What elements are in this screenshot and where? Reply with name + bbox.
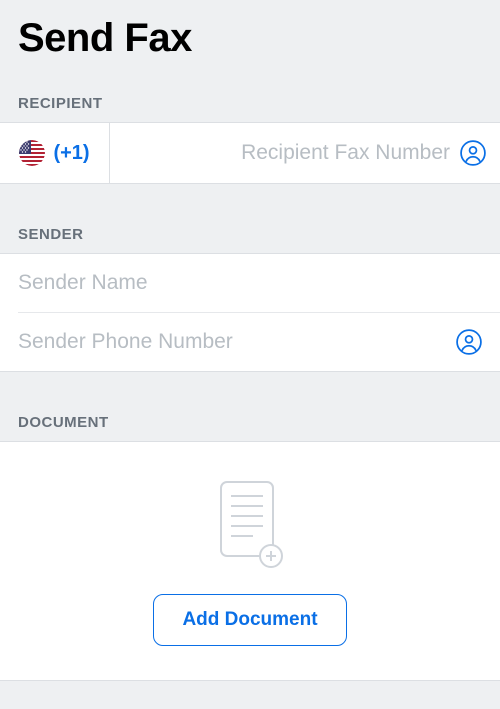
section-gap bbox=[0, 184, 500, 212]
sender-section-label: SENDER bbox=[0, 212, 500, 253]
recipient-row: (+1) bbox=[0, 122, 500, 184]
header: Send Fax bbox=[0, 0, 500, 81]
us-flag-icon bbox=[19, 140, 45, 166]
recipient-fax-input[interactable] bbox=[124, 141, 450, 165]
country-code-text: (+1) bbox=[53, 142, 89, 165]
sender-phone-input[interactable] bbox=[18, 330, 456, 354]
document-section: Add Document bbox=[0, 441, 500, 681]
country-code-selector[interactable]: (+1) bbox=[0, 123, 110, 183]
add-document-button[interactable]: Add Document bbox=[153, 594, 346, 646]
page-title: Send Fax bbox=[18, 16, 482, 61]
sender-name-row bbox=[0, 254, 500, 312]
document-placeholder-icon bbox=[215, 480, 285, 570]
section-gap bbox=[0, 372, 500, 400]
contact-picker-icon[interactable] bbox=[460, 140, 486, 166]
sender-phone-row bbox=[0, 313, 500, 371]
fax-number-cell bbox=[110, 123, 500, 183]
contact-picker-icon[interactable] bbox=[456, 329, 482, 355]
sender-group bbox=[0, 253, 500, 372]
recipient-section-label: RECIPIENT bbox=[0, 81, 500, 122]
document-section-label: DOCUMENT bbox=[0, 400, 500, 441]
sender-name-input[interactable] bbox=[18, 271, 482, 295]
